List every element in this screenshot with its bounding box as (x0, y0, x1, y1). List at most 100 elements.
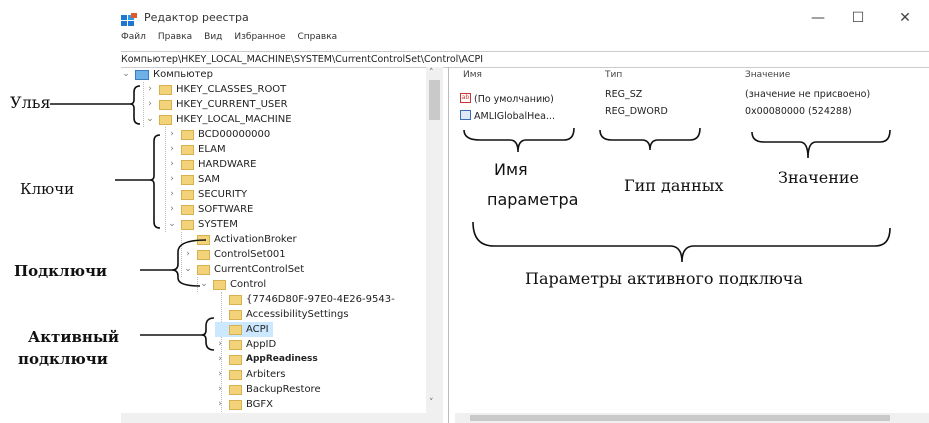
tree-item-controlset001[interactable]: › ControlSet001 (183, 247, 285, 262)
tree-horizontal-scrollbar[interactable] (121, 413, 443, 423)
folder-icon (213, 279, 226, 290)
value-type: REG_DWORD (605, 106, 668, 117)
tree-item-activationbroker[interactable]: ActivationBroker (183, 232, 297, 247)
dword-value-icon (460, 109, 471, 120)
tree-item-appreadiness[interactable]: › AppReadiness (215, 352, 318, 367)
folder-icon (181, 219, 194, 230)
folder-icon (229, 324, 242, 335)
tree-item-sam[interactable]: › SAM (167, 172, 220, 187)
tree-item-label: ActivationBroker (214, 234, 297, 245)
tree-item-label: HARDWARE (198, 159, 257, 170)
tree-item-currentcontrolset[interactable]: ⌄ CurrentControlSet (183, 262, 304, 277)
folder-icon (229, 399, 242, 410)
tree-item-label: HKEY_LOCAL_MACHINE (176, 114, 292, 125)
column-header-data[interactable]: Значение (745, 70, 790, 80)
chevron-right-icon[interactable]: › (167, 202, 177, 217)
chevron-right-icon[interactable]: › (215, 382, 225, 397)
tree-item-acpi[interactable]: ACPI (215, 322, 273, 337)
minimize-button[interactable]: — (798, 4, 838, 32)
value-name: AMLIGlobalHea... (474, 111, 555, 122)
tree-item-label: ELAM (198, 144, 226, 155)
folder-icon (229, 369, 242, 380)
chevron-down-icon[interactable]: ⌄ (121, 67, 131, 82)
value-data: 0x00080000 (524288) (745, 106, 852, 117)
tree-item-software[interactable]: › SOFTWARE (167, 202, 253, 217)
tree-item-arbiters[interactable]: › Arbiters (215, 367, 285, 382)
tree-item-label: AccessibilitySettings (246, 309, 349, 320)
tree-item-control[interactable]: ⌄ Control (199, 277, 266, 292)
tree-item-label: SAM (198, 174, 221, 185)
tree-item-hkcu[interactable]: › HKEY_CURRENT_USER (145, 97, 287, 112)
tree-item-label: BGFX (246, 399, 274, 410)
tree-item-security[interactable]: › SECURITY (167, 187, 247, 202)
annotation-param-name-2: параметра (487, 190, 579, 209)
scroll-up-icon[interactable]: ˄ (429, 68, 434, 78)
tree-item-label: CurrentControlSet (214, 264, 305, 275)
annotation-hives: Улья (10, 93, 51, 112)
folder-icon (181, 129, 194, 140)
tree-item-hklm[interactable]: ⌄ HKEY_LOCAL_MACHINE (145, 112, 292, 127)
tree-item-accessibilitysettings[interactable]: AccessibilitySettings (215, 307, 349, 322)
tree-item-guid[interactable]: {7746D80F-97E0-4E26-9543- (215, 292, 395, 307)
list-scroll-thumb[interactable] (470, 415, 890, 421)
tree-item-label: Arbiters (246, 369, 286, 380)
tree-item-bgfx[interactable]: › BGFX (215, 397, 273, 412)
annotation-active-params: Параметры активного подключа (525, 269, 803, 288)
chevron-right-icon[interactable]: › (215, 367, 225, 382)
chevron-right-icon[interactable]: › (215, 397, 225, 412)
tree-item-label: Control (230, 279, 267, 290)
tree-scroll-thumb[interactable] (429, 80, 440, 120)
maximize-button[interactable]: ☐ (838, 4, 878, 32)
tree-item-bcd[interactable]: › BCD00000000 (167, 127, 270, 142)
annotation-keys: Ключи (20, 180, 75, 198)
folder-icon (181, 189, 194, 200)
chevron-down-icon[interactable]: ⌄ (199, 277, 209, 292)
folder-icon (159, 114, 172, 125)
chevron-right-icon[interactable]: › (183, 247, 193, 262)
tree-item-appid[interactable]: › AppID (215, 337, 276, 352)
menu-edit[interactable]: Правка (158, 32, 192, 48)
chevron-right-icon[interactable]: › (215, 337, 225, 352)
value-row[interactable]: AMLIGlobalHea... (460, 104, 555, 123)
folder-icon (229, 384, 242, 395)
folder-icon (229, 294, 242, 305)
tree-item-label: BackupRestore (246, 384, 321, 395)
annotation-data-type: Гип данных (624, 176, 724, 195)
tree-item-hardware[interactable]: › HARDWARE (167, 157, 256, 172)
annotation-subkeys: Подключи (14, 262, 108, 280)
folder-icon (181, 204, 194, 215)
chevron-right-icon[interactable]: › (215, 352, 225, 367)
chevron-down-icon[interactable]: ⌄ (183, 262, 193, 277)
chevron-right-icon[interactable]: › (145, 97, 155, 112)
string-value-icon: ab (460, 92, 471, 103)
folder-icon (229, 339, 242, 350)
close-button[interactable]: ✕ (885, 4, 925, 32)
chevron-right-icon[interactable]: › (167, 172, 177, 187)
chevron-right-icon[interactable]: › (145, 82, 155, 97)
menu-help[interactable]: Справка (298, 32, 338, 48)
folder-icon (181, 174, 194, 185)
tree-item-elam[interactable]: › ELAM (167, 142, 226, 157)
column-header-type[interactable]: Тип (605, 70, 622, 80)
chevron-right-icon[interactable]: › (167, 127, 177, 142)
chevron-down-icon[interactable]: ⌄ (167, 217, 177, 232)
chevron-down-icon[interactable]: ⌄ (145, 112, 155, 127)
tree-item-backuprestore[interactable]: › BackupRestore (215, 382, 321, 397)
chevron-right-icon[interactable]: › (167, 142, 177, 157)
tree-item-system[interactable]: ⌄ SYSTEM (167, 217, 238, 232)
chevron-right-icon[interactable]: › (167, 187, 177, 202)
chevron-right-icon[interactable]: › (167, 157, 177, 172)
scroll-down-icon[interactable]: ˅ (429, 398, 434, 408)
value-data: (значение не присвоено) (745, 89, 871, 100)
address-bar[interactable]: Компьютер\HKEY_LOCAL_MACHINE\SYSTEM\Curr… (121, 51, 929, 68)
tree-item-computer[interactable]: ⌄ Компьютер (121, 67, 213, 82)
menu-view[interactable]: Вид (204, 32, 222, 48)
folder-icon (229, 309, 242, 320)
tree-item-hkcr[interactable]: › HKEY_CLASSES_ROOT (145, 82, 286, 97)
menu-favorites[interactable]: Избранное (234, 32, 285, 48)
menu-file[interactable]: Файл (121, 32, 146, 48)
column-header-name[interactable]: Имя (463, 70, 482, 80)
tree-item-label: ACPI (246, 324, 269, 335)
tree-item-label: SYSTEM (198, 219, 238, 230)
key-tree-pane: ⌄ Компьютер › HKEY_CLASSES_ROOT › HKEY_C… (121, 67, 449, 423)
